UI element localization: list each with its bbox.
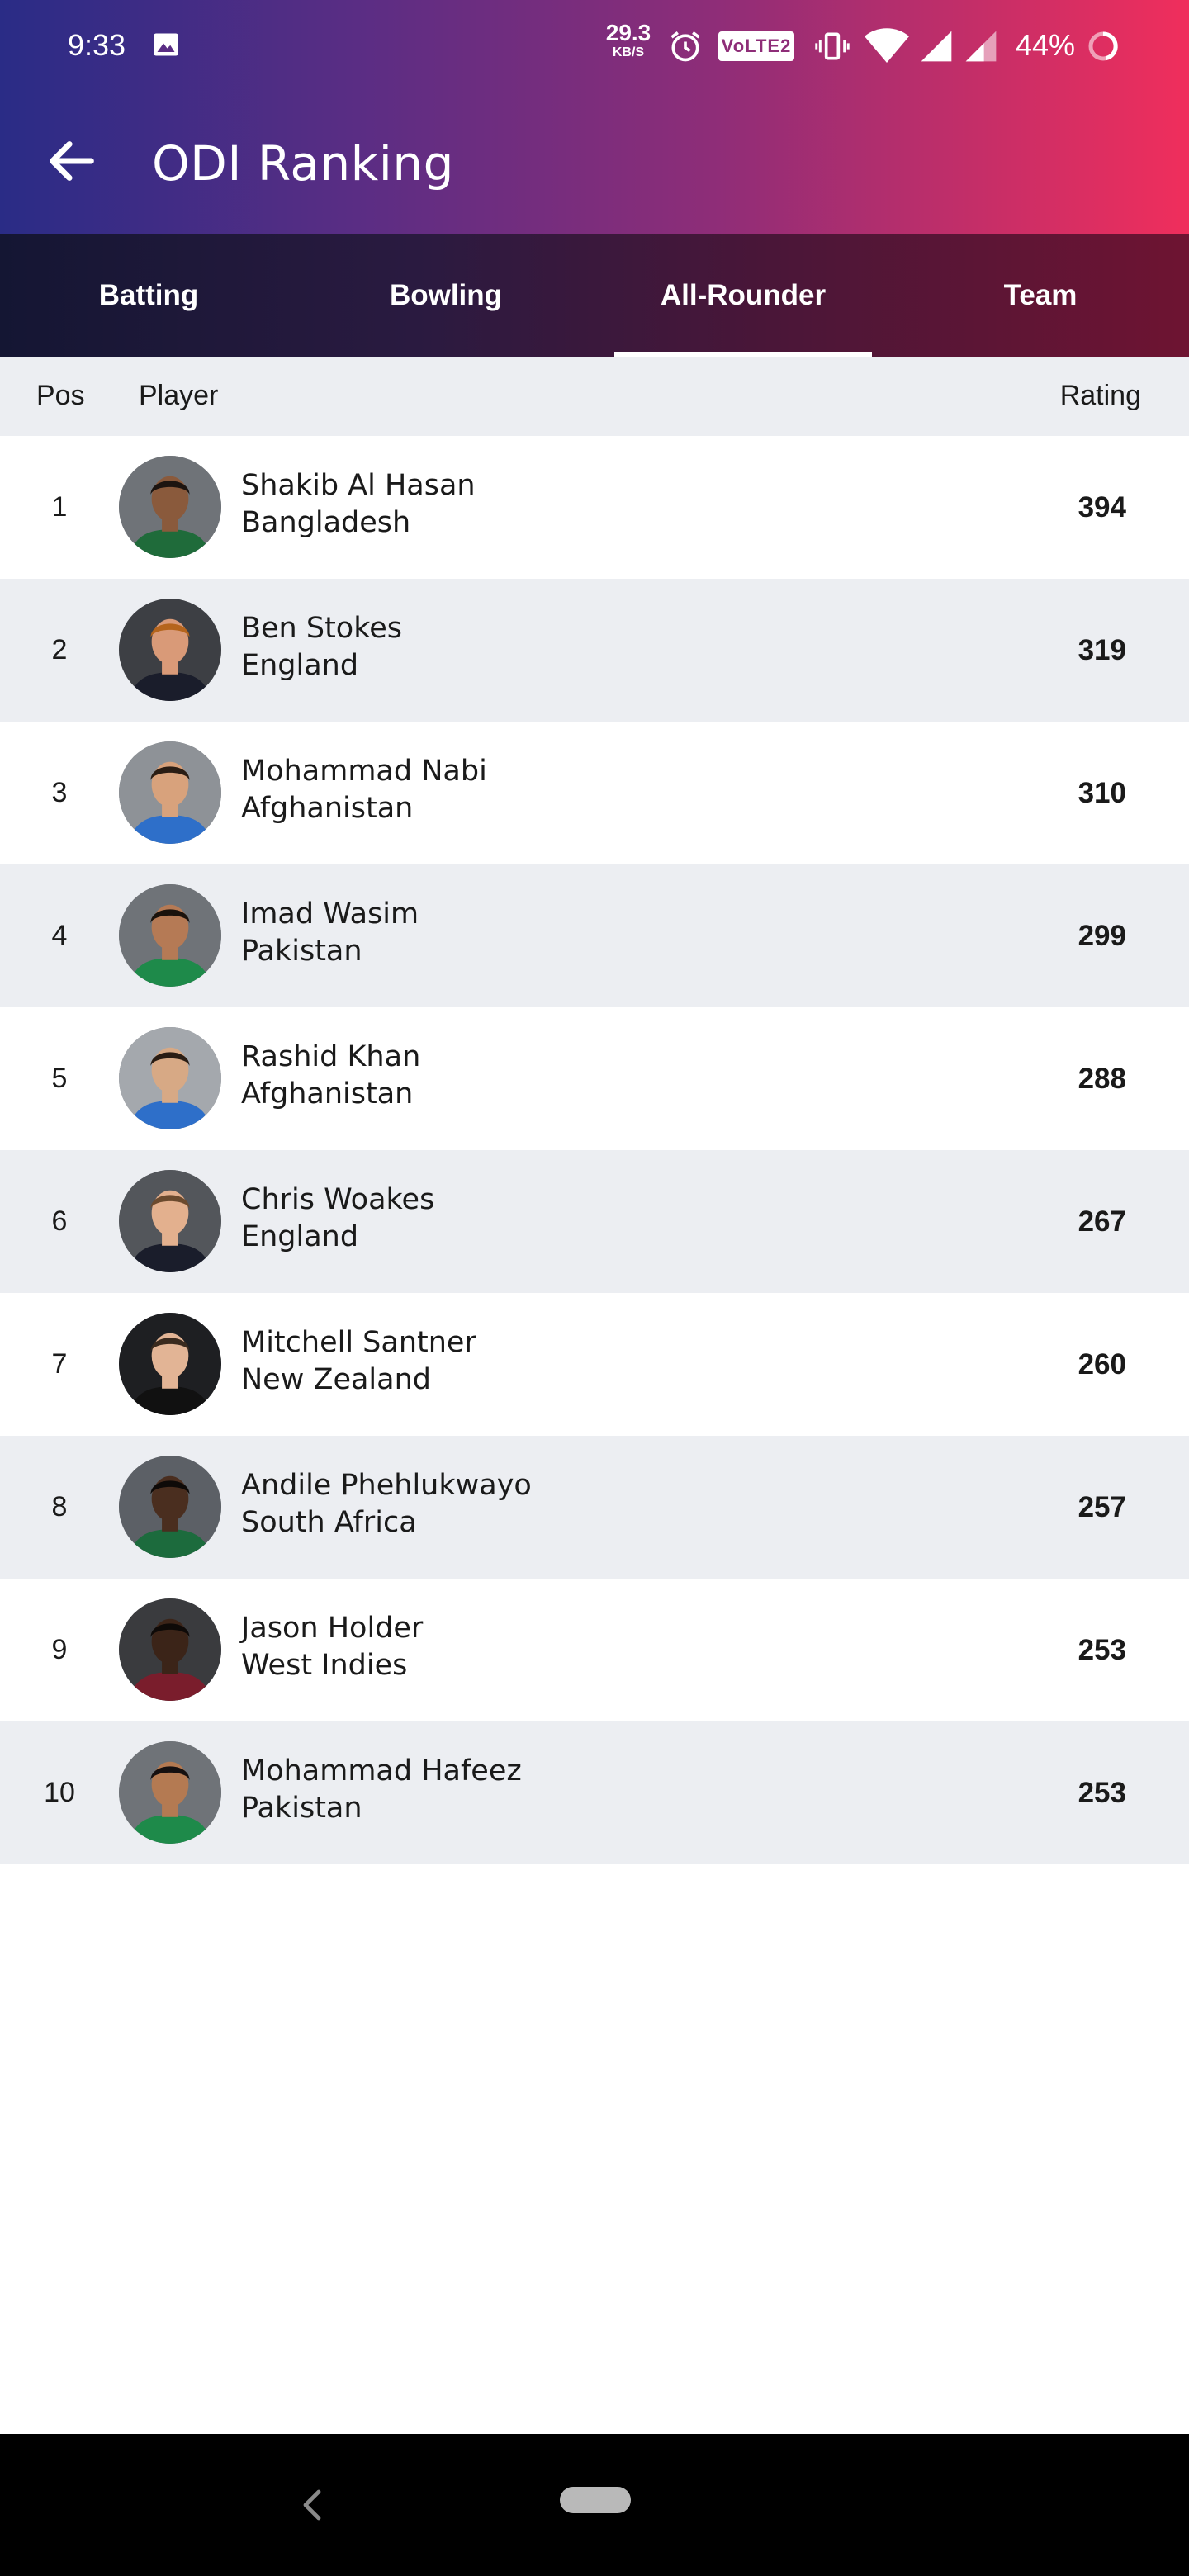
tab-team[interactable]: Team <box>892 234 1189 357</box>
table-row[interactable]: 6 Chris Woakes England 267 <box>0 1150 1189 1293</box>
player-name: Shakib Al Hasan <box>241 469 476 502</box>
player-country: New Zealand <box>241 1363 431 1396</box>
player-country: Pakistan <box>241 935 362 968</box>
table-row[interactable]: 2 Ben Stokes England 319 <box>0 579 1189 722</box>
title-bar: ODI Ranking <box>0 92 1189 234</box>
row-position: 8 <box>51 1491 68 1522</box>
back-arrow-icon[interactable] <box>43 132 101 190</box>
battery-icon <box>1088 31 1118 61</box>
table-row[interactable]: 10 Mohammad Hafeez Pakistan 253 <box>0 1721 1189 1864</box>
player-country: England <box>241 1220 359 1253</box>
table-row[interactable]: 9 Jason Holder West Indies 253 <box>0 1579 1189 1721</box>
player-info: Mohammad Hafeez Pakistan <box>241 1753 522 1827</box>
table-row[interactable]: 8 Andile Phehlukwayo South Africa 257 <box>0 1436 1189 1579</box>
table-row[interactable]: 3 Mohammad Nabi Afghanistan 310 <box>0 722 1189 864</box>
player-country: Afghanistan <box>241 792 414 825</box>
row-position: 10 <box>44 1777 75 1808</box>
player-rating: 267 <box>1078 1205 1126 1238</box>
player-rating: 257 <box>1078 1490 1126 1523</box>
signal-icon <box>921 31 952 62</box>
player-rating: 310 <box>1078 776 1126 809</box>
player-country: England <box>241 649 359 682</box>
status-time: 9:33 <box>68 28 126 62</box>
volte-badge: VoLTE2 <box>718 31 794 61</box>
player-avatar <box>119 599 221 701</box>
player-avatar <box>119 1313 221 1415</box>
player-rating: 260 <box>1078 1347 1126 1380</box>
player-rating: 394 <box>1078 490 1126 523</box>
player-country: West Indies <box>241 1649 408 1682</box>
player-country: Pakistan <box>241 1792 362 1825</box>
tab-all-rounder[interactable]: All-Rounder <box>594 234 892 357</box>
alarm-icon <box>670 31 700 62</box>
row-position: 9 <box>51 1634 68 1665</box>
player-avatar <box>119 1456 221 1558</box>
player-avatar <box>119 1027 221 1129</box>
player-name: Jason Holder <box>241 1612 424 1645</box>
row-position: 6 <box>51 1205 68 1237</box>
player-info: Mohammad Nabi Afghanistan <box>241 753 487 827</box>
player-info: Chris Woakes England <box>241 1181 434 1256</box>
table-row[interactable]: 4 Imad Wasim Pakistan 299 <box>0 864 1189 1007</box>
tab-batting[interactable]: Batting <box>0 234 297 357</box>
row-position: 1 <box>51 491 68 523</box>
table-row[interactable]: 1 Shakib Al Hasan Bangladesh 394 <box>0 436 1189 579</box>
player-avatar <box>119 884 221 987</box>
ranking-list: 1 Shakib Al Hasan Bangladesh 394 2 Ben Stokes… <box>0 436 1189 1864</box>
battery-percent: 44% <box>1016 28 1076 62</box>
player-info: Imad Wasim Pakistan <box>241 896 419 970</box>
row-position: 3 <box>51 777 68 808</box>
row-position: 4 <box>51 920 68 951</box>
gallery-notification-icon <box>154 33 178 56</box>
ranking-tabs: Batting Bowling All-Rounder Team <box>0 234 1189 357</box>
vibrate-icon <box>815 32 850 60</box>
player-info: Jason Holder West Indies <box>241 1610 423 1684</box>
signal-secondary-icon <box>965 31 997 62</box>
page-title: ODI Ranking <box>152 135 454 192</box>
player-country: Bangladesh <box>241 506 411 539</box>
table-header: Pos Player Rating <box>0 357 1189 436</box>
system-nav-bar <box>0 2434 1189 2576</box>
player-name: Andile Phehlukwayo <box>241 1469 532 1502</box>
table-row[interactable]: 7 Mitchell Santner New Zealand 260 <box>0 1293 1189 1436</box>
column-header-pos: Pos <box>36 380 85 411</box>
nav-back-icon[interactable] <box>296 2485 329 2525</box>
player-country: South Africa <box>241 1506 417 1539</box>
player-info: Andile Phehlukwayo South Africa <box>241 1467 532 1541</box>
player-name: Rashid Khan <box>241 1040 421 1073</box>
player-rating: 299 <box>1078 919 1126 952</box>
player-avatar <box>119 741 221 844</box>
player-name: Mohammad Nabi <box>241 755 487 788</box>
network-speed: 29.3 KB/S <box>605 20 651 59</box>
player-name: Mitchell Santner <box>241 1326 476 1359</box>
player-avatar <box>119 456 221 558</box>
player-rating: 288 <box>1078 1062 1126 1095</box>
status-bar: 9:33 29.3 KB/S VoLTE2 44% <box>0 0 1189 92</box>
player-info: Rashid Khan Afghanistan <box>241 1039 420 1113</box>
player-avatar <box>119 1170 221 1272</box>
nav-home-pill[interactable] <box>560 2487 631 2513</box>
player-info: Shakib Al Hasan Bangladesh <box>241 467 476 542</box>
player-country: Afghanistan <box>241 1077 414 1110</box>
player-info: Ben Stokes England <box>241 610 402 684</box>
player-avatar <box>119 1598 221 1701</box>
player-name: Mohammad Hafeez <box>241 1754 522 1788</box>
player-rating: 319 <box>1078 633 1126 666</box>
player-rating: 253 <box>1078 1633 1126 1666</box>
app-header: 9:33 29.3 KB/S VoLTE2 44% ODI Ranking <box>0 0 1189 234</box>
row-position: 5 <box>51 1063 68 1094</box>
wifi-icon <box>865 28 909 63</box>
player-name: Imad Wasim <box>241 897 419 930</box>
player-info: Mitchell Santner New Zealand <box>241 1324 476 1399</box>
row-position: 2 <box>51 634 68 665</box>
player-avatar <box>119 1741 221 1844</box>
player-rating: 253 <box>1078 1776 1126 1809</box>
column-header-player: Player <box>139 380 219 411</box>
row-position: 7 <box>51 1348 68 1380</box>
tab-bowling[interactable]: Bowling <box>297 234 594 357</box>
player-name: Chris Woakes <box>241 1183 435 1216</box>
column-header-rating: Rating <box>1059 380 1141 411</box>
player-name: Ben Stokes <box>241 612 402 645</box>
table-row[interactable]: 5 Rashid Khan Afghanistan 288 <box>0 1007 1189 1150</box>
